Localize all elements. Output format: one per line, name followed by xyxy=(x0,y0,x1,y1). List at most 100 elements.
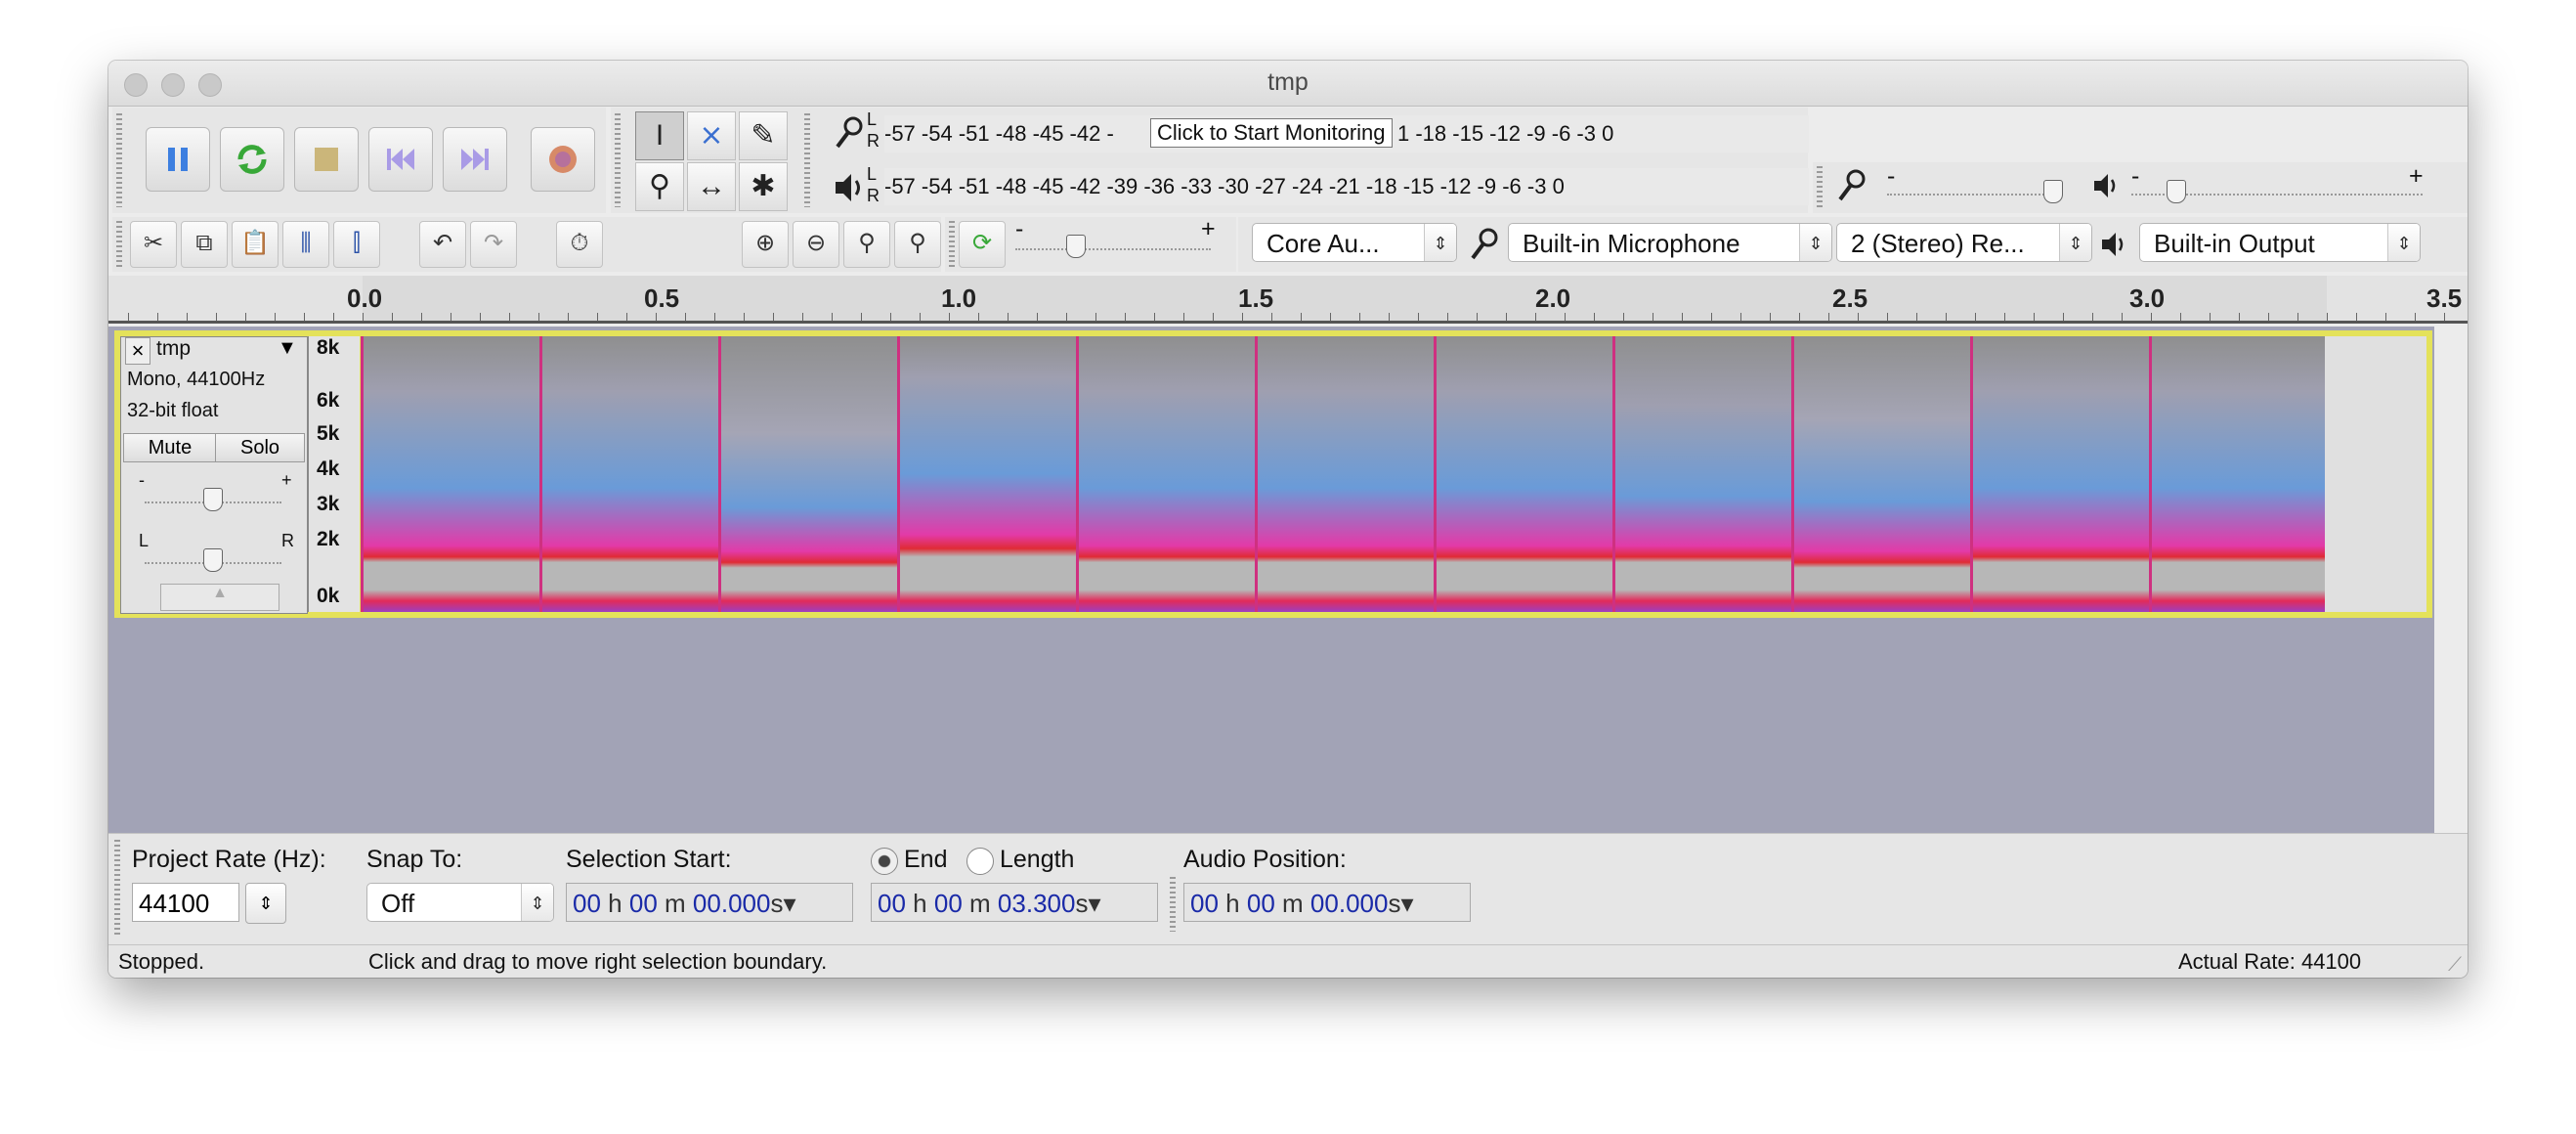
zoom-tool-button[interactable]: ⚲ xyxy=(635,162,684,211)
speaker-icon xyxy=(2094,174,2116,197)
length-radio[interactable] xyxy=(966,848,994,875)
recording-channels-select[interactable]: 2 (Stereo) Re... ⇕ xyxy=(1836,223,2092,262)
slider-thumb[interactable] xyxy=(203,488,223,511)
record-meter[interactable]: -57 -54 -51 -48 -45 -42 - 1 -18 -15 -12 … xyxy=(884,115,1809,153)
toolbar-grip[interactable] xyxy=(116,113,122,207)
fit-selection-button[interactable]: ⚲ xyxy=(843,221,890,268)
ruler-tick xyxy=(949,313,950,321)
copy-button[interactable]: ⧉ xyxy=(181,221,228,268)
paste-button[interactable]: 📋 xyxy=(232,221,279,268)
cut-button[interactable]: ✂ xyxy=(130,221,177,268)
playback-meter[interactable]: -57 -54 -51 -48 -45 -42 -39 -36 -33 -30 … xyxy=(884,168,1809,205)
ruler-tick xyxy=(1066,313,1067,321)
collapse-track-button[interactable]: ▲ xyxy=(160,584,279,611)
sync-lock-button[interactable]: ⏱ xyxy=(556,221,603,268)
ruler-tick xyxy=(1535,313,1536,321)
selection-end-time[interactable]: 00 h 00 m 03.300s▾ xyxy=(871,883,1158,922)
close-track-icon[interactable]: × xyxy=(125,337,150,365)
scale-label: 4k xyxy=(317,458,340,480)
toolbar-grip[interactable] xyxy=(1817,166,1823,209)
project-rate-dropdown[interactable]: ⇕ xyxy=(245,883,286,924)
toolbar-grip[interactable] xyxy=(804,113,810,207)
envelope-tool-button[interactable]: ⨯ xyxy=(687,111,736,160)
selection-tool-button[interactable]: I xyxy=(635,111,684,160)
seconds-unit: s xyxy=(1075,889,1089,918)
track-control-panel: × tmp ▼ Mono, 44100Hz 32-bit float Mute … xyxy=(120,336,308,614)
toolbar-grip[interactable] xyxy=(615,113,621,207)
slider-thumb[interactable] xyxy=(2043,180,2063,203)
ruler-tick xyxy=(363,313,364,321)
recording-device-select[interactable]: Built-in Microphone ⇕ xyxy=(1508,223,1832,262)
draw-tool-button[interactable]: ✎ xyxy=(739,111,788,160)
toolbar-grip[interactable] xyxy=(116,221,122,268)
undo-button[interactable]: ↶ xyxy=(419,221,466,268)
zoom-out-button[interactable]: ⊖ xyxy=(793,221,839,268)
hours-value: 00 xyxy=(573,889,601,918)
record-button[interactable] xyxy=(531,127,595,192)
selection-start-time[interactable]: 00 h 00 m 00.000s▾ xyxy=(566,883,853,922)
redo-button[interactable]: ↷ xyxy=(470,221,517,268)
scale-label: 8k xyxy=(317,336,340,359)
end-option-label: End xyxy=(904,846,948,873)
slider-thumb[interactable] xyxy=(203,548,223,572)
tracks-area[interactable]: × tmp ▼ Mono, 44100Hz 32-bit float Mute … xyxy=(108,327,2434,862)
play-at-speed-button[interactable]: ⟳ xyxy=(959,221,1006,268)
ruler-tick xyxy=(890,313,891,321)
solo-button[interactable]: Solo xyxy=(215,433,305,462)
multi-tool-button[interactable]: ✱ xyxy=(739,162,788,211)
play-speed-slider[interactable] xyxy=(1015,229,1211,258)
play-button[interactable] xyxy=(220,127,284,192)
ruler-tick xyxy=(1008,313,1009,321)
timeline-ruler[interactable]: 0.0 0.5 1.0 1.5 2.0 2.5 3.0 3.5 xyxy=(108,276,2468,324)
vertical-scrollbar[interactable] xyxy=(2434,327,2468,833)
ruler-tick xyxy=(1242,313,1243,321)
gain-slider[interactable] xyxy=(145,482,281,511)
speaker-icon[interactable] xyxy=(830,168,869,207)
chevron-updown-icon: ⇕ xyxy=(1799,224,1831,261)
toolbar-grip[interactable] xyxy=(949,221,955,268)
ruler-tick xyxy=(2210,313,2211,321)
audio-position-time[interactable]: 00 h 00 m 00.000s▾ xyxy=(1183,883,1471,922)
scale-label: 6k xyxy=(317,389,340,412)
toolbar-grip[interactable] xyxy=(1170,877,1176,932)
skip-end-button[interactable] xyxy=(443,127,507,192)
ruler-tick xyxy=(1946,313,1947,321)
ruler-tick xyxy=(656,313,657,321)
status-state: Stopped. xyxy=(118,949,205,974)
toolbar-grip[interactable] xyxy=(114,840,120,938)
playback-device-select[interactable]: Built-in Output ⇕ xyxy=(2139,223,2421,262)
audio-host-select[interactable]: Core Au... ⇕ xyxy=(1252,223,1457,262)
stop-button[interactable] xyxy=(294,127,359,192)
snap-to-select[interactable]: Off ⇕ xyxy=(366,883,554,922)
project-rate-input[interactable]: 44100 xyxy=(132,883,239,922)
skip-start-button[interactable] xyxy=(368,127,433,192)
silence-button[interactable]: ⫿ xyxy=(333,221,380,268)
audio-track[interactable]: × tmp ▼ Mono, 44100Hz 32-bit float Mute … xyxy=(114,330,2432,618)
hours-value: 00 xyxy=(878,889,906,918)
ruler-tick xyxy=(1887,313,1888,321)
track-menu-icon[interactable]: ▼ xyxy=(278,337,297,360)
end-radio[interactable] xyxy=(871,848,898,875)
mute-button[interactable]: Mute xyxy=(123,433,217,462)
spectrogram[interactable] xyxy=(361,336,2325,612)
spectrogram-clip xyxy=(718,336,897,612)
meter-toolbar: L R -57 -54 -51 -48 -45 -42 - 1 -18 -15 … xyxy=(800,108,1809,213)
slider-thumb[interactable] xyxy=(2167,180,2186,203)
pan-slider[interactable] xyxy=(145,543,281,572)
pan-right-label: R xyxy=(281,531,294,550)
trim-button[interactable]: ⫼ xyxy=(282,221,329,268)
zoom-in-button[interactable]: ⊕ xyxy=(742,221,789,268)
fit-project-button[interactable]: ⚲ xyxy=(894,221,941,268)
microphone-icon[interactable] xyxy=(830,113,869,153)
ruler-tick xyxy=(2385,313,2386,321)
time-shift-tool-button[interactable]: ↔ xyxy=(687,162,736,211)
resize-grip-icon[interactable]: ⟋ xyxy=(2448,954,2462,977)
ruler-tick xyxy=(1594,313,1595,321)
ruler-label: 3.5 xyxy=(2426,284,2463,313)
pause-button[interactable] xyxy=(146,127,210,192)
input-volume-slider[interactable] xyxy=(1887,174,2063,203)
ruler-tick xyxy=(1301,313,1302,321)
output-volume-slider[interactable] xyxy=(2131,174,2423,203)
slider-thumb[interactable] xyxy=(1066,235,1086,258)
track-name[interactable]: tmp xyxy=(156,337,191,361)
